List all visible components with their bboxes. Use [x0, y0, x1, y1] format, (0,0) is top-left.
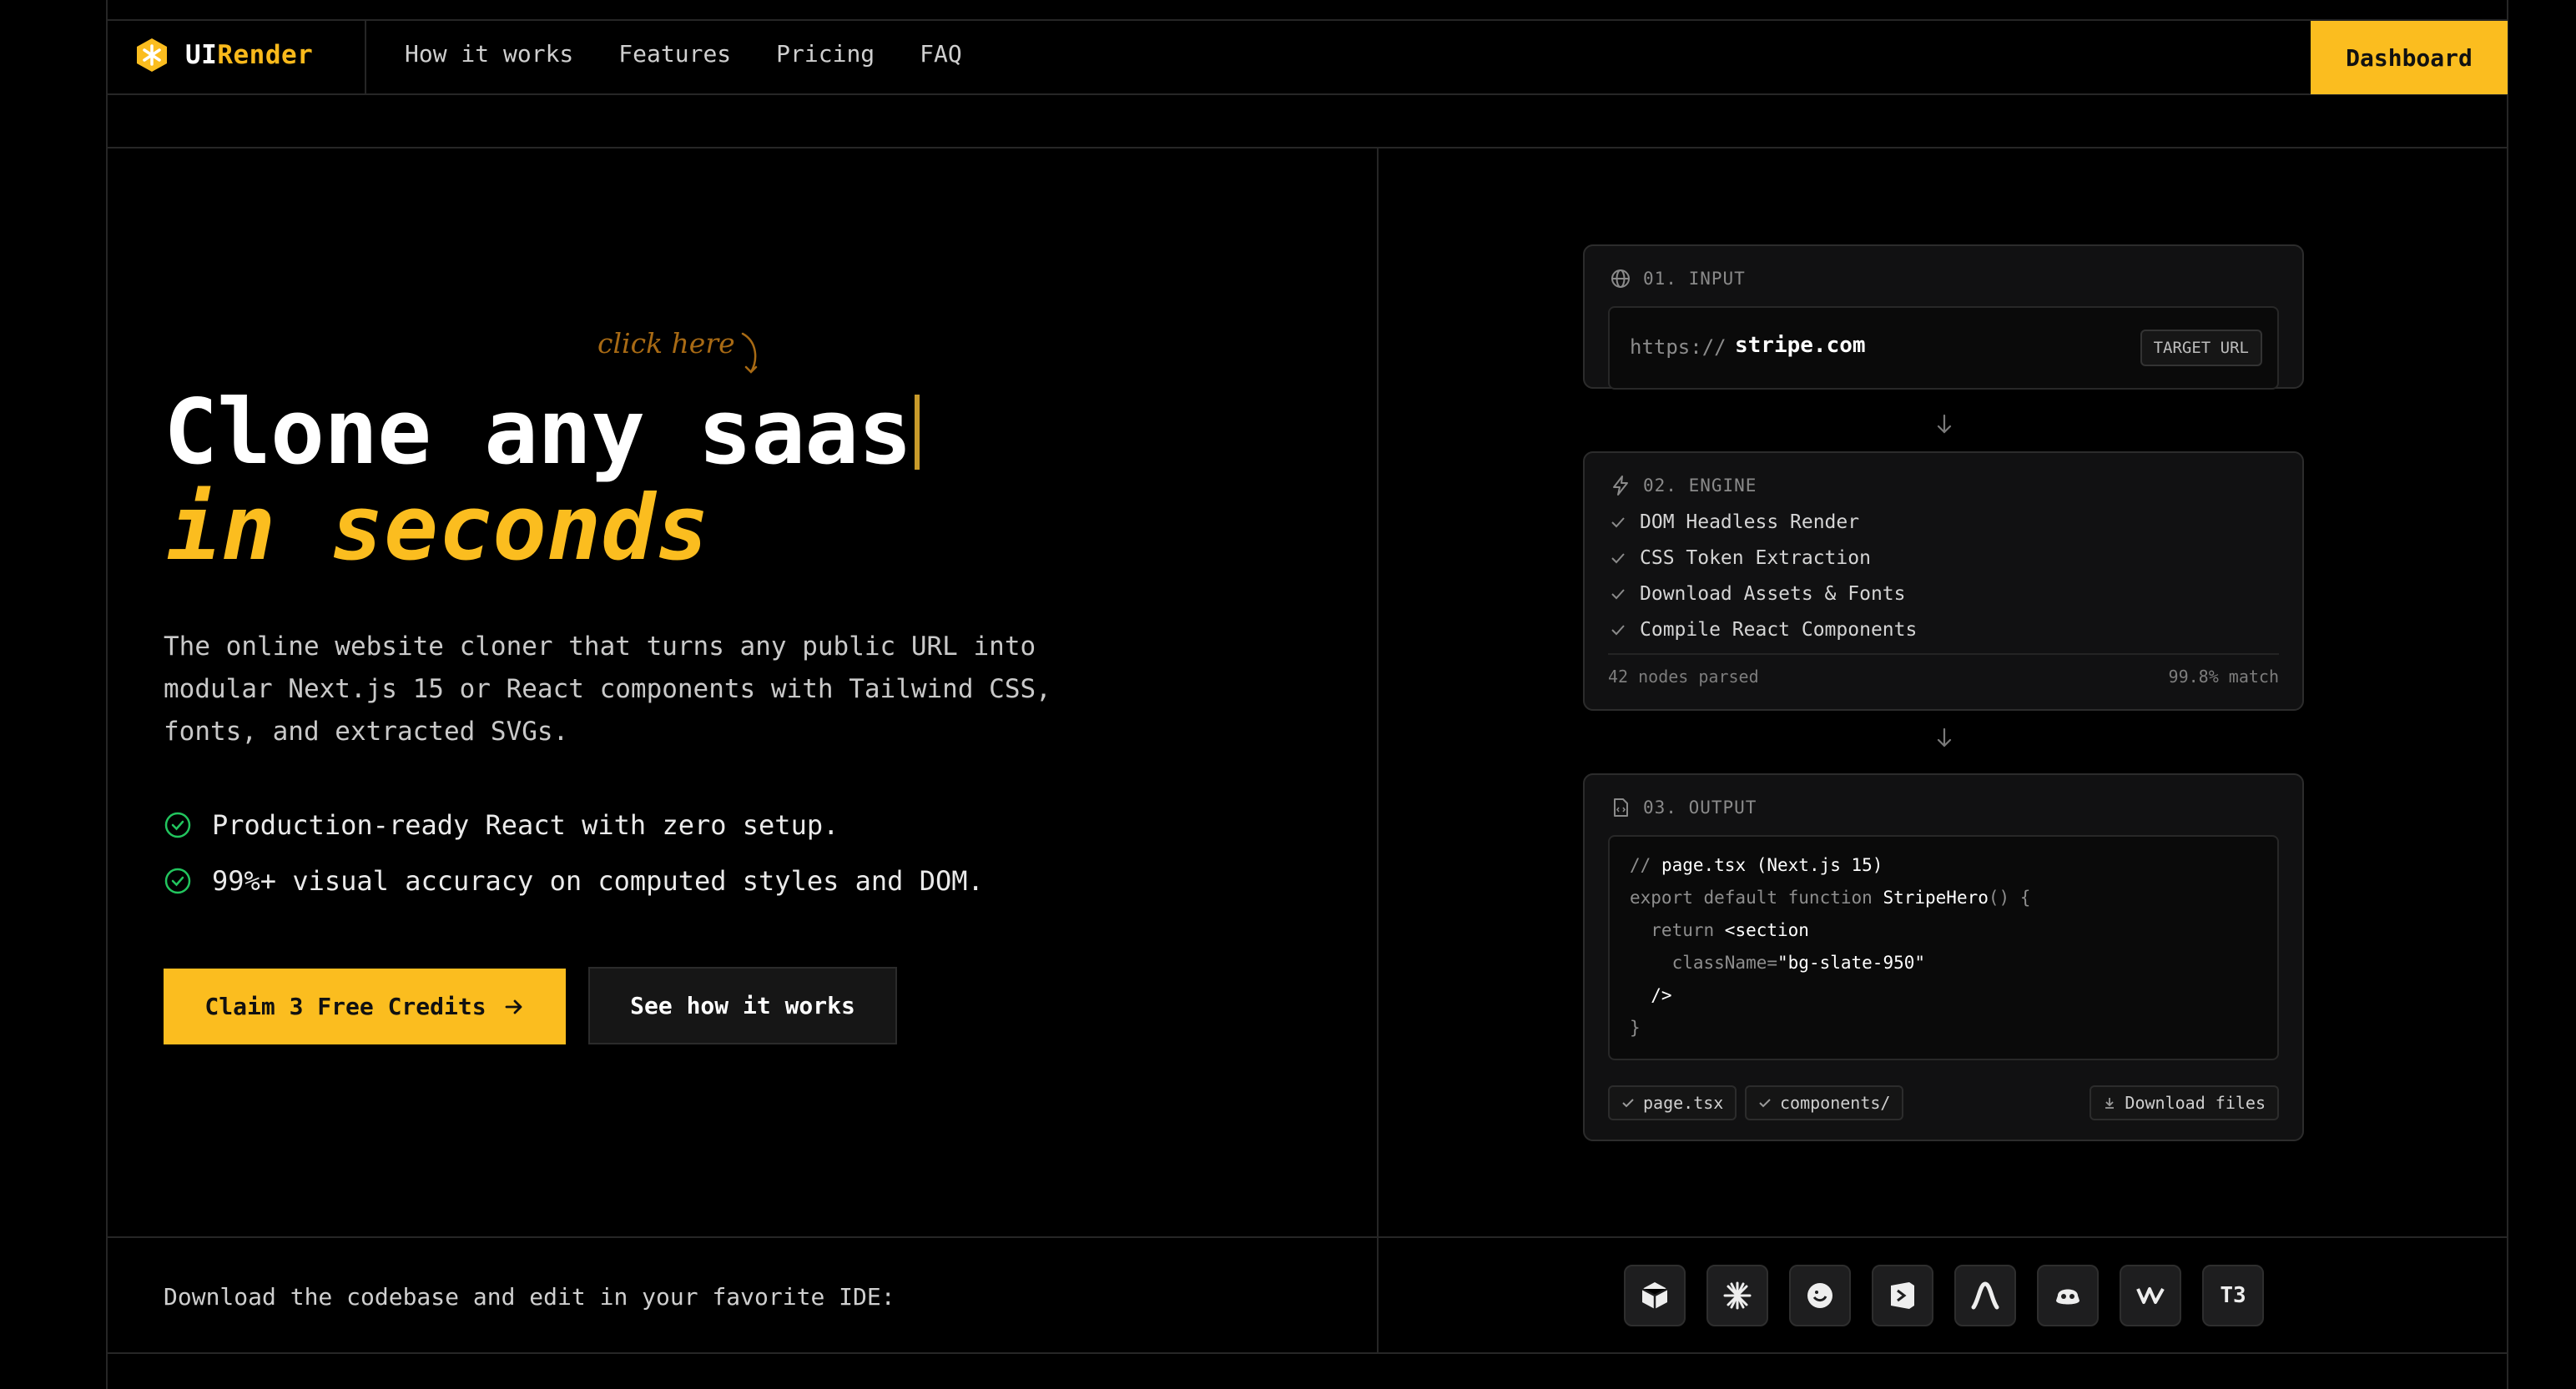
ide-label: Download the codebase and edit in your f… — [164, 1283, 895, 1311]
curved-arrow-icon — [741, 332, 758, 374]
feature-item: Production-ready React with zero setup. — [164, 809, 839, 841]
divider — [106, 93, 2508, 95]
file-chip-page[interactable]: page.tsx — [1608, 1085, 1737, 1120]
engine-step: DOM Headless Render — [1610, 511, 1859, 533]
download-files-label: Download files — [2125, 1093, 2266, 1113]
check-icon — [1611, 589, 1625, 600]
engine-step-label: Compile React Components — [1640, 619, 1918, 641]
hero-title-line2: in seconds — [167, 476, 710, 581]
check-circle-icon — [164, 812, 191, 838]
file-chip-label: components/ — [1780, 1093, 1891, 1113]
warp-icon[interactable] — [2120, 1265, 2181, 1326]
logo[interactable]: UIRender — [134, 37, 313, 73]
nav-faq[interactable]: FAQ — [920, 40, 962, 68]
ide-icon-row: T3 — [1624, 1265, 2264, 1326]
cursor-icon[interactable] — [1624, 1265, 1686, 1326]
check-icon — [1611, 625, 1625, 636]
code-filename: page.tsx (Next.js 15) — [1661, 855, 1883, 875]
engine-card-header: 02. ENGINE — [1610, 475, 1757, 496]
file-code-icon — [1614, 798, 1628, 817]
divider — [106, 1352, 2508, 1354]
brand-name: UIRender — [185, 40, 314, 70]
input-card-title: 01. INPUT — [1643, 269, 1746, 289]
target-url-badge: TARGET URL — [2140, 330, 2262, 366]
code-keyword: export default function — [1630, 888, 1883, 908]
code-keyword: return — [1630, 920, 1725, 940]
check-circle-icon — [164, 868, 191, 894]
check-icon — [1611, 517, 1625, 528]
see-how-it-works-button[interactable]: See how it works — [588, 967, 897, 1044]
logo-icon — [137, 38, 167, 72]
t3-icon[interactable]: T3 — [2202, 1265, 2264, 1326]
claim-credits-button[interactable]: Claim 3 Free Credits — [164, 969, 566, 1044]
code-function-name: StripeHero — [1883, 888, 1989, 908]
nav-features[interactable]: Features — [618, 40, 731, 68]
claude-icon[interactable] — [1706, 1265, 1768, 1326]
claim-credits-label: Claim 3 Free Credits — [204, 993, 486, 1020]
engine-step-label: CSS Token Extraction — [1640, 547, 1871, 569]
check-icon — [1611, 553, 1625, 564]
download-files-button[interactable]: Download files — [2090, 1085, 2279, 1120]
input-card: 01. INPUT https:// stripe.com TARGET URL — [1583, 244, 2304, 390]
feature-item: 99%+ visual accuracy on computed styles … — [164, 865, 984, 897]
code-preview: // page.tsx (Next.js 15) export default … — [1608, 835, 2279, 1060]
url-prefix: https:// — [1630, 335, 1727, 359]
engine-step: Compile React Components — [1610, 619, 1917, 641]
lightning-icon — [1613, 476, 1628, 496]
vscode-icon[interactable] — [1872, 1265, 1933, 1326]
engine-card-title: 02. ENGINE — [1643, 476, 1757, 496]
feature-text: Production-ready React with zero setup. — [212, 809, 839, 841]
engine-card: 02. ENGINE DOM Headless Render CSS Token… — [1583, 451, 2304, 711]
windsurf-icon[interactable] — [1789, 1265, 1851, 1326]
match-percent: 99.8% match — [2168, 667, 2279, 687]
input-card-header: 01. INPUT — [1610, 268, 1746, 289]
engine-step: Download Assets & Fonts — [1610, 583, 1906, 605]
click-here-annotation: click here — [597, 327, 735, 360]
file-chip-components[interactable]: components/ — [1745, 1085, 1904, 1120]
nav-how-it-works[interactable]: How it works — [405, 40, 573, 68]
hero-description: The online website cloner that turns any… — [164, 632, 1051, 747]
code-string: "bg-slate-950" — [1777, 953, 1926, 973]
nodes-parsed: 42 nodes parsed — [1608, 667, 1759, 687]
output-card-title: 03. OUTPUT — [1643, 798, 1757, 818]
feature-text: 99%+ visual accuracy on computed styles … — [212, 865, 984, 897]
code-comment: // — [1630, 855, 1661, 875]
arrow-down-icon — [1937, 414, 1952, 434]
engine-step: CSS Token Extraction — [1610, 547, 1871, 569]
arrow-right-icon — [505, 999, 522, 1014]
check-icon — [1622, 1099, 1634, 1108]
arrow-down-icon — [1937, 727, 1952, 747]
divider — [106, 19, 2508, 21]
code-attr: className= — [1630, 953, 1778, 973]
code-tag-close: /> — [1630, 985, 1672, 1005]
divider — [365, 19, 366, 94]
divider — [106, 147, 2508, 148]
nav-pricing[interactable]: Pricing — [776, 40, 875, 68]
engine-step-label: DOM Headless Render — [1640, 511, 1860, 533]
engine-step-label: Download Assets & Fonts — [1640, 583, 1906, 605]
copilot-icon[interactable] — [2037, 1265, 2099, 1326]
code-punct: () { — [1988, 888, 2031, 908]
url-value: stripe.com — [1735, 333, 1866, 358]
check-icon — [1759, 1099, 1771, 1108]
code-brace: } — [1630, 1018, 1641, 1038]
text-cursor — [915, 395, 920, 470]
main-nav: How it works Features Pricing FAQ — [405, 40, 962, 68]
file-chip-label: page.tsx — [1643, 1093, 1724, 1113]
url-input[interactable]: https:// stripe.com TARGET URL — [1608, 306, 2279, 390]
divider — [1377, 147, 1379, 1353]
globe-icon — [1611, 269, 1630, 288]
engine-stats: 42 nodes parsed 99.8% match — [1608, 653, 2279, 687]
output-card: 03. OUTPUT // page.tsx (Next.js 15) expo… — [1583, 773, 2304, 1141]
hero-title-line1: Clone any saas — [164, 383, 920, 483]
output-card-header: 03. OUTPUT — [1610, 797, 1757, 818]
download-icon — [2105, 1098, 2115, 1109]
dashboard-button[interactable]: Dashboard — [2311, 21, 2508, 94]
code-tag: <section — [1724, 920, 1809, 940]
divider — [106, 1236, 2508, 1238]
antigravity-icon[interactable] — [1954, 1265, 2016, 1326]
